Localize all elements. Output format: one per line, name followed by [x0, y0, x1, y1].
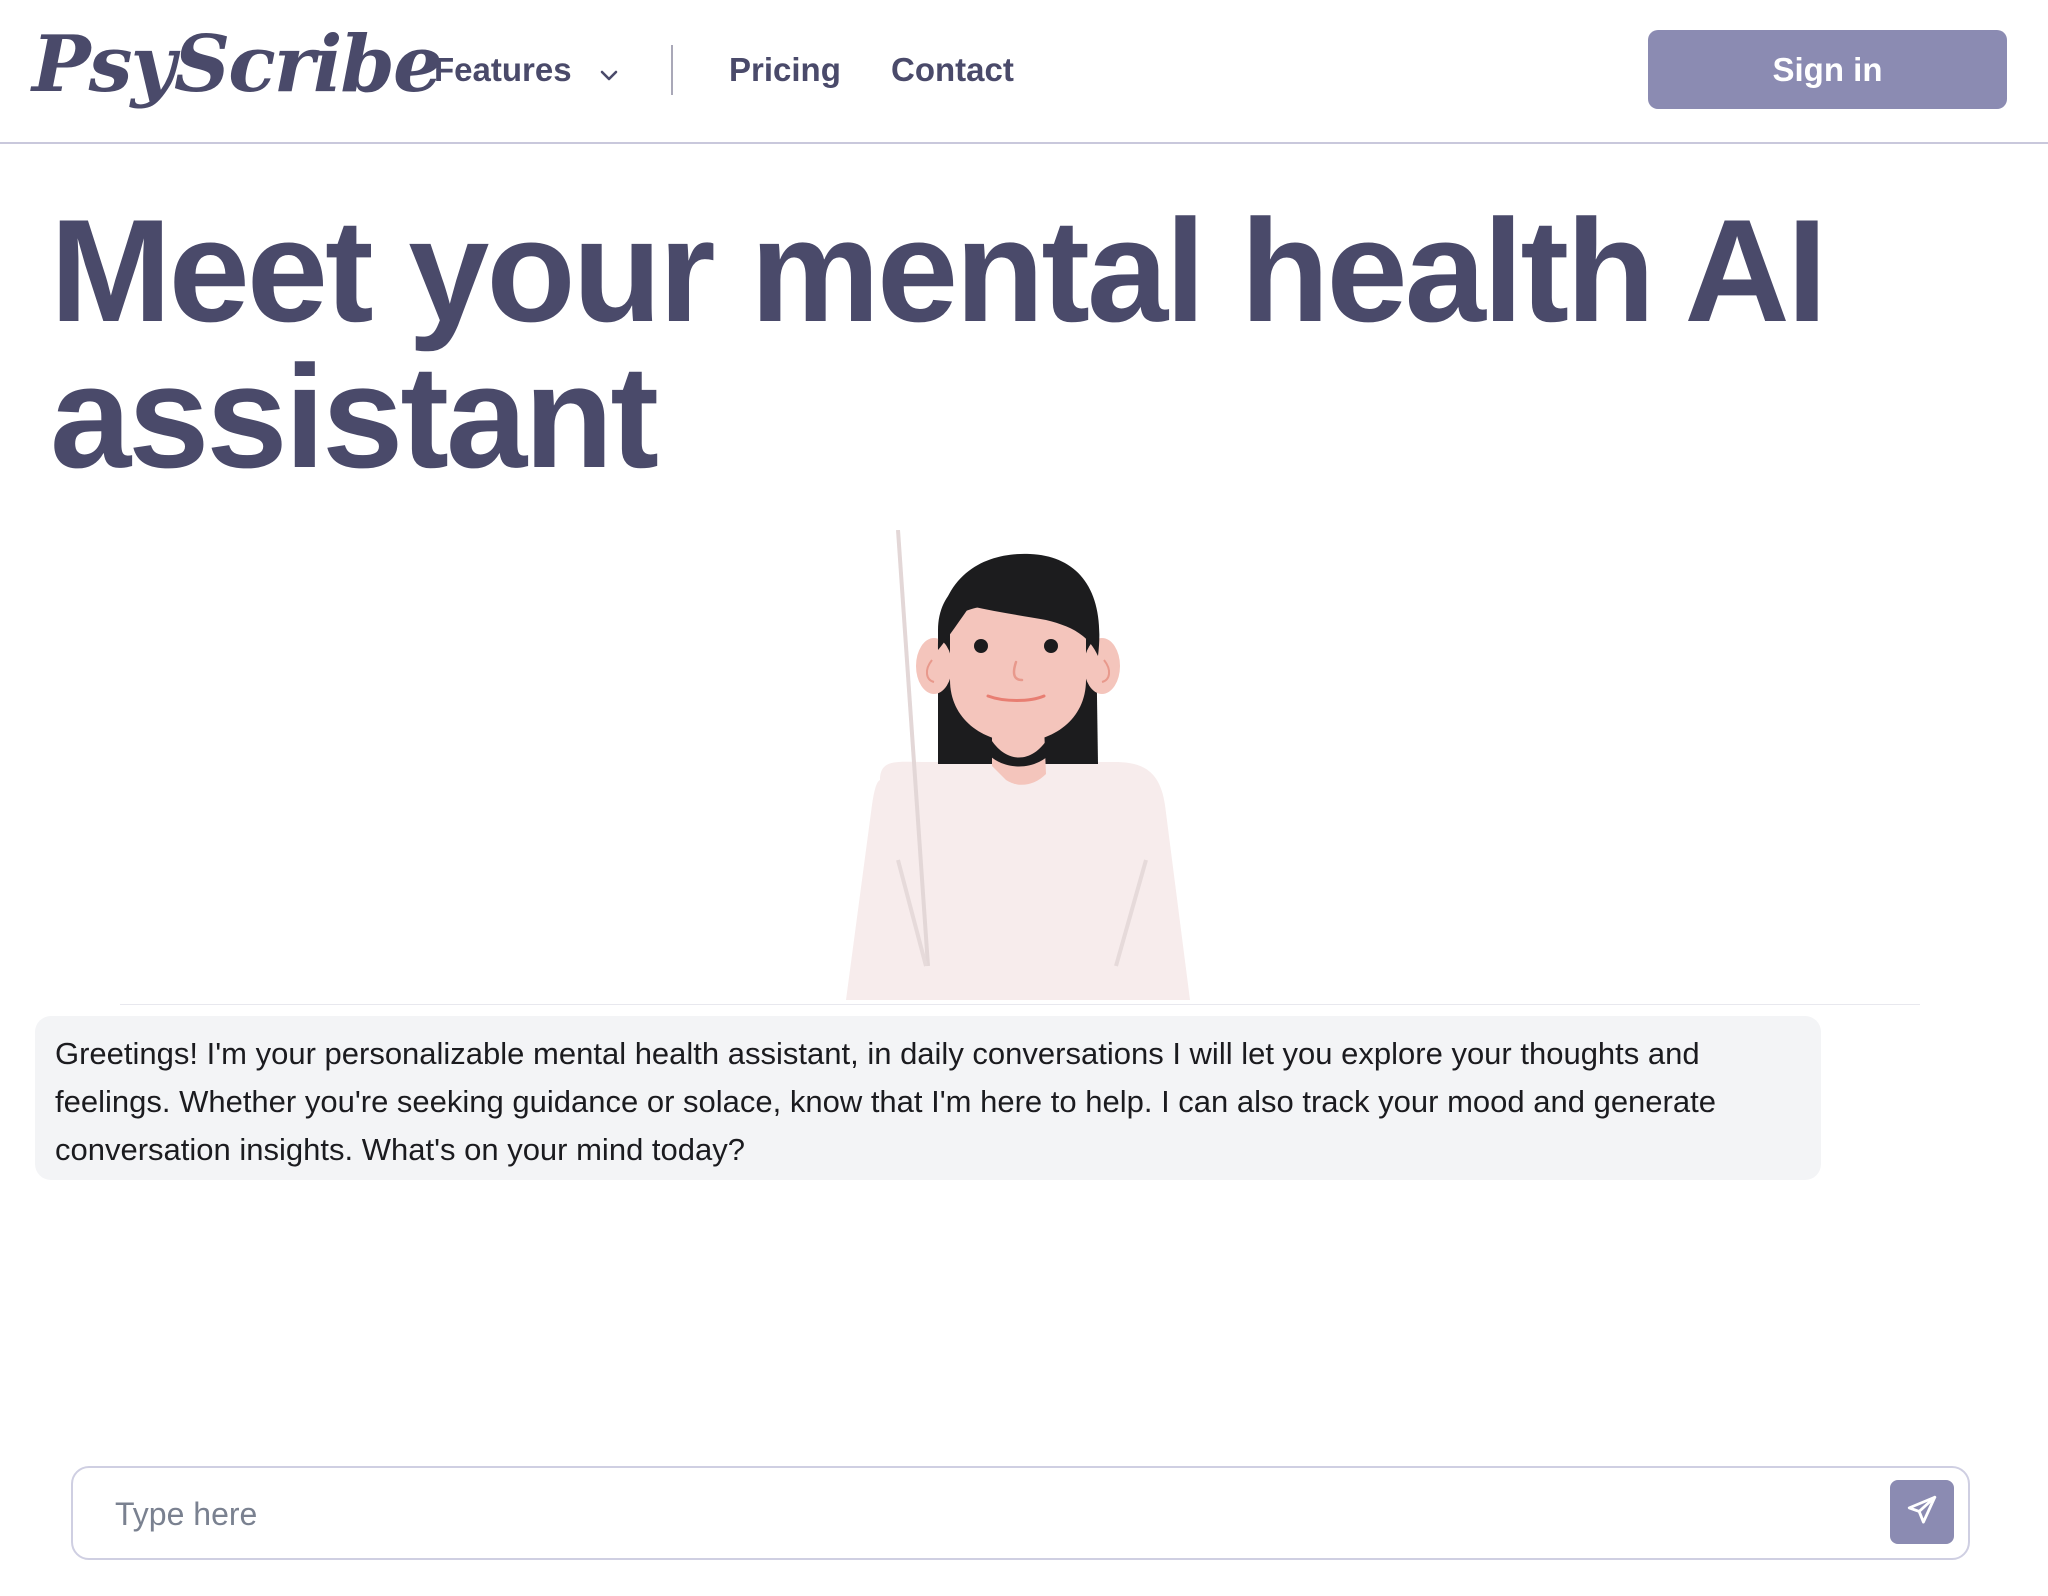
chat-composer — [71, 1466, 1970, 1560]
page-title: Meet your mental health AI assistant — [50, 189, 1827, 498]
brand-logo[interactable]: PsyScribe — [32, 10, 443, 120]
send-icon — [1905, 1493, 1939, 1532]
site-header: PsyScribe Features Pricing Contact Sign … — [0, 0, 2048, 144]
send-button[interactable] — [1890, 1480, 1954, 1544]
nav-divider — [671, 45, 673, 95]
avatar-divider — [120, 1004, 1920, 1005]
assistant-avatar-illustration — [820, 529, 1216, 1000]
nav-features-label: Features — [434, 51, 572, 88]
sign-in-button[interactable]: Sign in — [1648, 30, 2007, 109]
message-input[interactable] — [113, 1488, 1817, 1540]
nav-contact[interactable]: Contact — [891, 48, 1014, 92]
chevron-down-icon — [599, 50, 619, 94]
nav-features[interactable]: Features — [434, 48, 619, 94]
nav-pricing[interactable]: Pricing — [729, 48, 841, 92]
assistant-message: Greetings! I'm your personalizable menta… — [35, 1016, 1821, 1180]
